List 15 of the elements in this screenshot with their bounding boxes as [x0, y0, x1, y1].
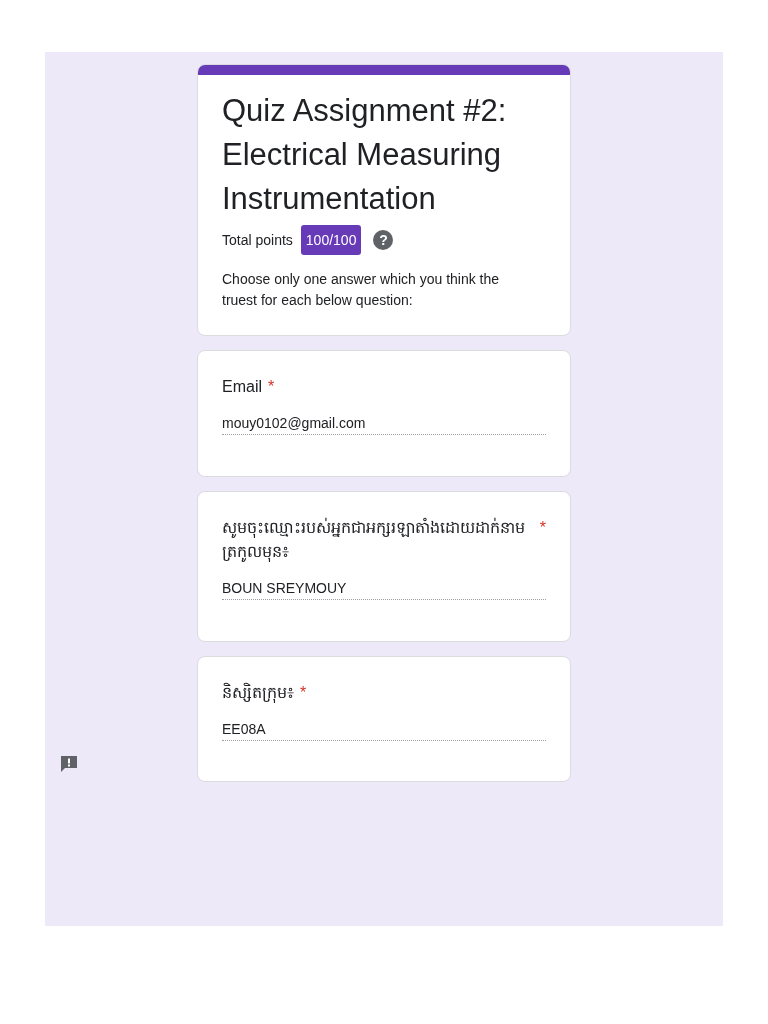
question-title: Email — [222, 377, 262, 397]
points-badge: 100/100 — [300, 225, 362, 255]
form-title: Quiz Assignment #2: Electrical Measuring Instrumentation — [222, 92, 508, 218]
answer-field[interactable]: BOUN SREYMOUY — [222, 580, 546, 600]
required-asterisk: * — [268, 377, 275, 397]
total-points-label: Total points — [222, 232, 293, 248]
answer-field[interactable]: EE08A — [222, 721, 546, 741]
required-asterisk: * — [539, 518, 546, 538]
answer-field[interactable]: mouy0102@gmail.com — [222, 415, 546, 435]
required-asterisk: * — [300, 683, 307, 703]
form-description: Choose only one answer which you think the truest for each below question: — [222, 270, 501, 310]
feedback-icon[interactable] — [59, 754, 79, 774]
question-title: និស្សិតក្រុម៖ — [222, 681, 294, 705]
help-icon[interactable]: ? — [373, 230, 394, 250]
question-title: សូមចុះឈ្មោះរបស់អ្នកជាអក្សរឡាតាំងដោយដាក់នាមត្រកូលមុន៖ — [222, 516, 526, 564]
